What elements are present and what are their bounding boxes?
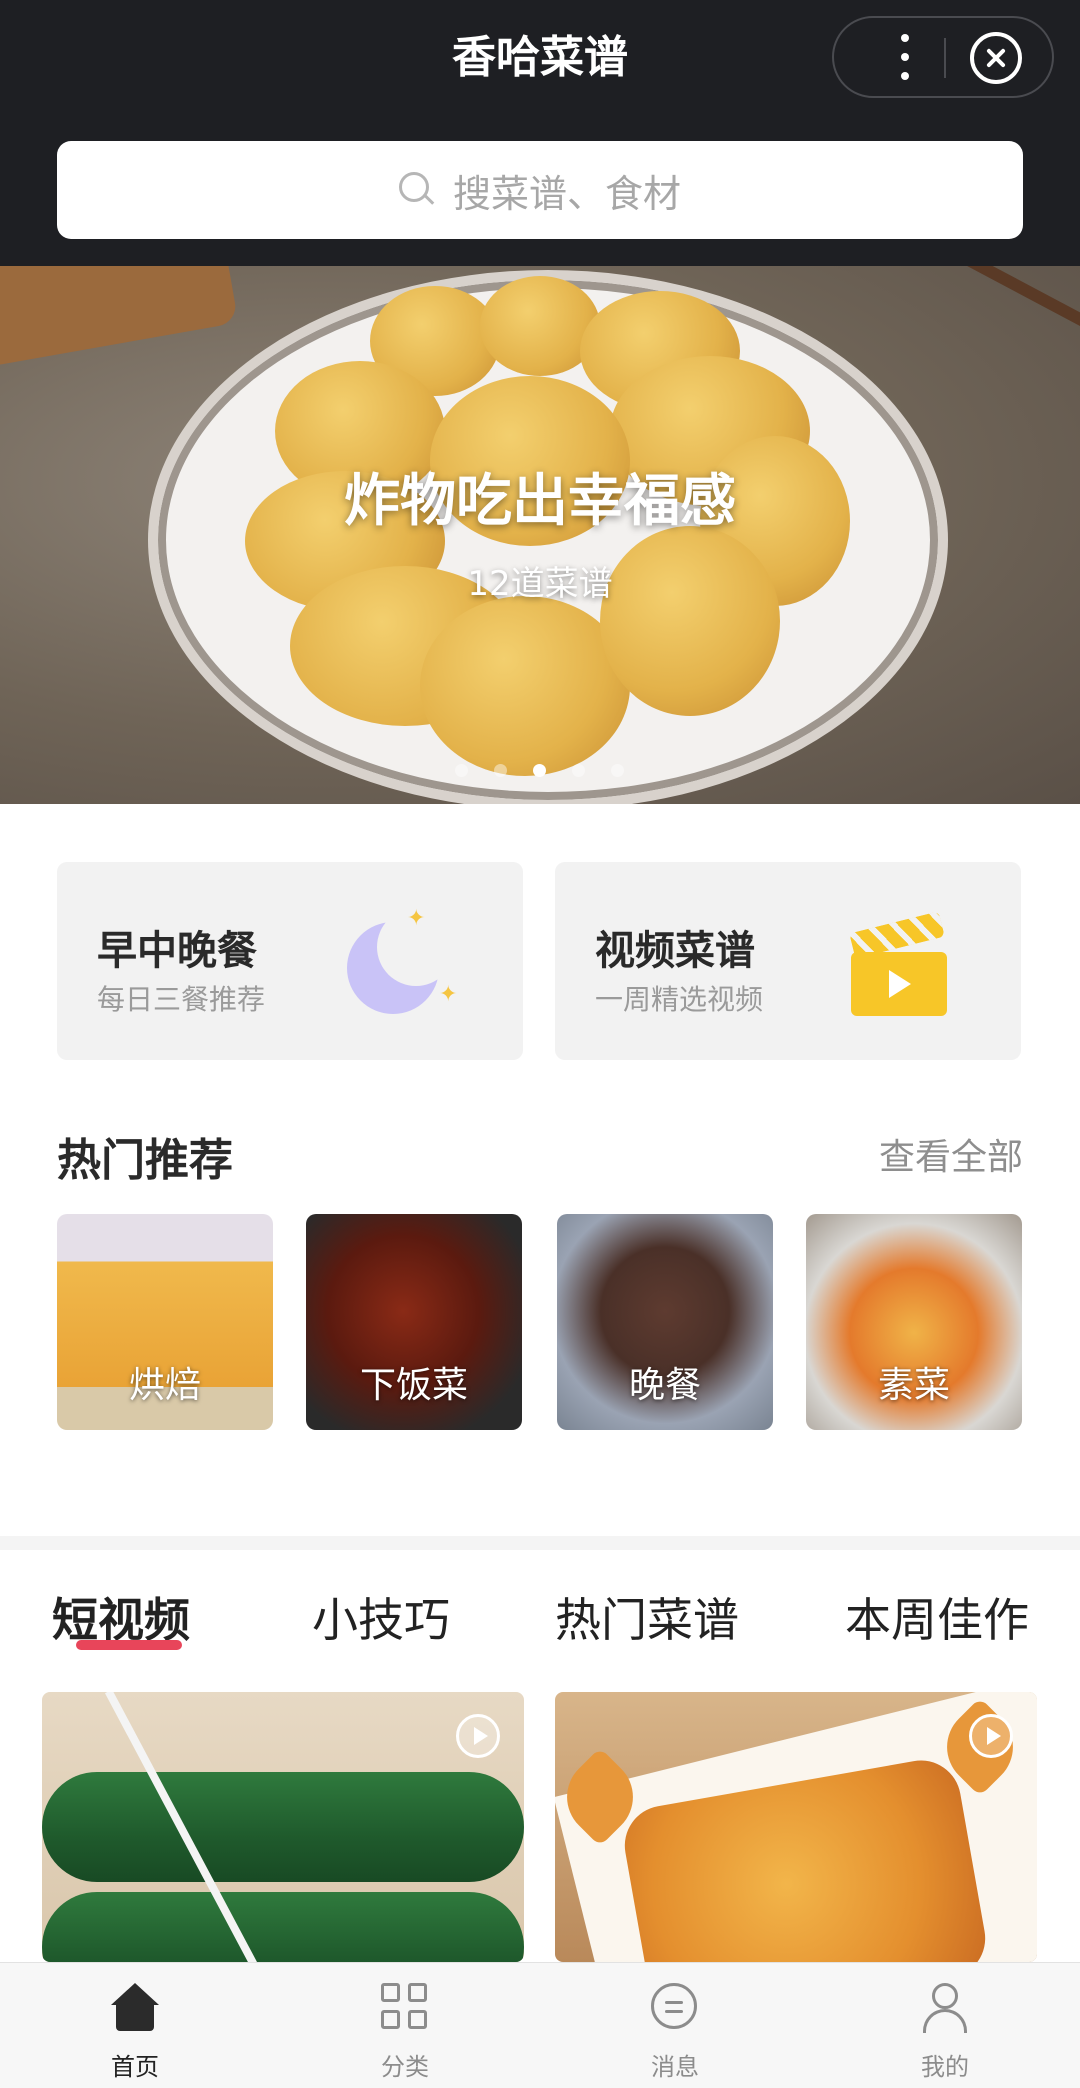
close-circle-icon[interactable] bbox=[970, 32, 1022, 84]
nav-categories[interactable]: 分类 bbox=[270, 1963, 540, 2088]
nav-label: 消息 bbox=[651, 2053, 699, 2081]
category-thumb-dinner[interactable]: 晚餐 bbox=[557, 1214, 773, 1430]
home-icon bbox=[111, 1983, 159, 2033]
nav-label: 分类 bbox=[381, 2053, 429, 2081]
banner-chopsticks bbox=[892, 266, 1080, 349]
more-vertical-icon[interactable] bbox=[874, 26, 936, 88]
section-divider bbox=[0, 1536, 1080, 1550]
user-icon bbox=[921, 1983, 969, 2033]
carousel-indicator bbox=[455, 764, 624, 778]
category-thumb-rice-dishes[interactable]: 下饭菜 bbox=[306, 1214, 522, 1430]
category-thumb-vegetarian[interactable]: 素菜 bbox=[806, 1214, 1022, 1430]
banner-title: 炸物吃出幸福感 bbox=[344, 469, 736, 534]
moon-icon: ✦ ✦ bbox=[347, 906, 457, 1022]
meals-card[interactable]: 早中晚餐 每日三餐推荐 ✦ ✦ bbox=[57, 862, 523, 1060]
video-recipes-card[interactable]: 视频菜谱 一周精选视频 bbox=[555, 862, 1021, 1060]
bottom-nav: 首页 分类 消息 我的 bbox=[0, 1962, 1080, 2088]
tab-hot-recipes[interactable]: 热门菜谱 bbox=[555, 1584, 739, 1650]
search-bar[interactable]: 搜菜谱、食材 bbox=[57, 141, 1023, 239]
carousel-dot-active[interactable] bbox=[533, 764, 546, 777]
nav-label: 首页 bbox=[111, 2053, 159, 2081]
capsule-divider bbox=[944, 38, 946, 78]
nav-profile[interactable]: 我的 bbox=[810, 1963, 1080, 2088]
video-thumbnail-cucumber bbox=[42, 1772, 524, 1882]
grid-icon bbox=[381, 1983, 429, 2033]
category-label: 烘焙 bbox=[128, 1365, 201, 1406]
nav-label: 我的 bbox=[921, 2053, 969, 2081]
category-thumb-baking[interactable]: 烘焙 bbox=[57, 1214, 273, 1430]
clapperboard-icon bbox=[845, 911, 955, 1022]
meals-card-title: 早中晚餐 bbox=[97, 928, 257, 974]
banner-cutting-board bbox=[0, 266, 239, 368]
banner-food bbox=[420, 596, 630, 776]
play-icon bbox=[456, 1714, 500, 1758]
tab-weekly-best[interactable]: 本周佳作 bbox=[845, 1584, 1029, 1650]
active-tab-indicator bbox=[76, 1640, 182, 1650]
carousel-dot[interactable] bbox=[455, 764, 468, 777]
hero-banner[interactable]: 炸物吃出幸福感 12道菜谱 bbox=[0, 266, 1080, 804]
banner-subtitle: 12道菜谱 bbox=[467, 564, 613, 604]
video-card[interactable] bbox=[555, 1692, 1037, 1962]
tab-tips[interactable]: 小技巧 bbox=[312, 1584, 450, 1650]
top-bar: 香哈菜谱 搜菜谱、食材 bbox=[0, 0, 1080, 266]
search-icon bbox=[398, 172, 435, 208]
video-recipes-subtitle: 一周精选视频 bbox=[595, 983, 764, 1016]
video-card[interactable] bbox=[42, 1692, 524, 1962]
section-title-hot: 热门推荐 bbox=[57, 1135, 233, 1186]
play-icon bbox=[969, 1714, 1013, 1758]
carousel-dot[interactable] bbox=[611, 764, 624, 777]
meals-card-subtitle: 每日三餐推荐 bbox=[97, 983, 266, 1016]
category-label: 下饭菜 bbox=[359, 1365, 468, 1406]
message-icon bbox=[651, 1983, 699, 2033]
category-label: 晚餐 bbox=[628, 1365, 701, 1406]
nav-home[interactable]: 首页 bbox=[0, 1963, 270, 2088]
mini-program-capsule bbox=[832, 16, 1054, 98]
video-recipes-title: 视频菜谱 bbox=[595, 928, 755, 974]
video-thumbnail-cucumber bbox=[42, 1892, 524, 1962]
carousel-dot[interactable] bbox=[494, 764, 507, 777]
view-all-link[interactable]: 查看全部 bbox=[879, 1128, 1023, 1180]
banner-food bbox=[600, 526, 780, 716]
carousel-dot[interactable] bbox=[572, 764, 585, 777]
category-label: 素菜 bbox=[877, 1365, 950, 1406]
nav-messages[interactable]: 消息 bbox=[540, 1963, 810, 2088]
search-placeholder: 搜菜谱、食材 bbox=[452, 171, 681, 216]
